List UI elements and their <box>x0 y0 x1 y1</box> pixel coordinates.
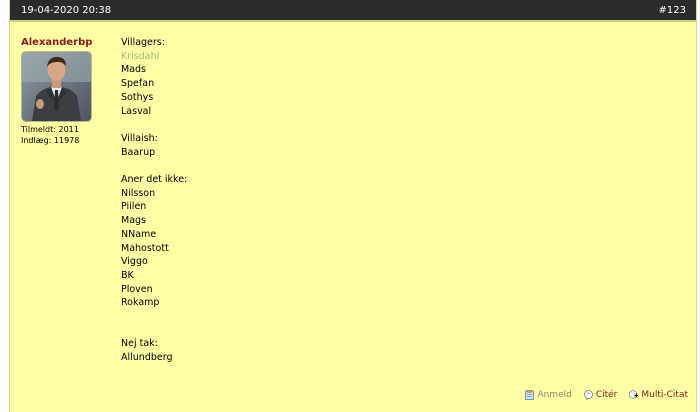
quote-bubble-icon: " <box>583 390 593 400</box>
post-text-line: Lasval <box>121 105 152 117</box>
post-text-line: Viggo <box>121 256 148 268</box>
svg-text:": " <box>587 392 589 398</box>
post-text-line: BK <box>121 269 134 281</box>
post-text-line: Villagers: <box>121 37 165 48</box>
post-text-line: Baarup <box>121 146 156 158</box>
post-text-line: Mahostott <box>121 242 169 254</box>
post-text-line <box>121 310 681 324</box>
report-link[interactable]: Anmeld <box>525 390 572 400</box>
post-text-line: Mads <box>121 64 146 76</box>
username-link[interactable]: Alexanderbp <box>21 37 111 49</box>
post-text-line: Krisdahl <box>121 50 160 62</box>
quote-label: Citér <box>595 390 618 400</box>
post-text-line: Aner det ikke: <box>121 174 188 185</box>
join-year: Tilmeldt: 2011 <box>21 125 79 134</box>
post-text-line: Allundberg <box>121 352 173 364</box>
post-body: Villagers: Krisdahl Mads Spefan Sothys Lasval… <box>121 36 681 365</box>
multiquote-link[interactable]: Multi-Citat <box>629 390 688 400</box>
avatar-image <box>22 52 91 121</box>
post-text-line: Ploven <box>121 283 153 295</box>
post-text-line <box>121 159 681 173</box>
clipboard-icon <box>525 390 535 400</box>
avatar[interactable] <box>21 51 92 122</box>
post-text-line: Rokamp <box>121 297 160 309</box>
post-text-line: Villaish: <box>121 132 158 144</box>
post-count: Indlæg: 11978 <box>21 136 80 145</box>
post-text-line: NName <box>121 228 157 240</box>
post-date: 19-04-2020 20:38 <box>21 4 112 16</box>
post-text-line: Spefan <box>121 78 155 90</box>
post-number-link[interactable]: #123 <box>659 5 686 16</box>
post-text-line: Mags <box>121 215 146 227</box>
multiquote-label: Multi-Citat <box>641 390 688 400</box>
user-info: Alexanderbp Tilmeldt: 2011 Indlæg: 11978 <box>21 37 111 146</box>
post-text-line: Nej tak: <box>121 338 158 350</box>
quote-link[interactable]: " Citér <box>583 390 618 400</box>
post-text-line: Piilen <box>121 201 147 213</box>
post-actions: Anmeld " Citér Multi-Citat <box>525 390 688 400</box>
multi-quote-icon <box>629 390 639 399</box>
post-text-line <box>121 324 681 338</box>
post-text-line: Nilsson <box>121 187 156 199</box>
post-header: 19-04-2020 20:38 #123 <box>10 0 696 22</box>
forum-post: 19-04-2020 20:38 #123 Alexanderbp Tilmel… <box>9 0 697 412</box>
post-text-line: Sothys <box>121 91 154 103</box>
post-text-line <box>121 118 681 132</box>
user-meta: Tilmeldt: 2011 Indlæg: 11978 <box>21 124 111 146</box>
report-label: Anmeld <box>537 390 572 400</box>
